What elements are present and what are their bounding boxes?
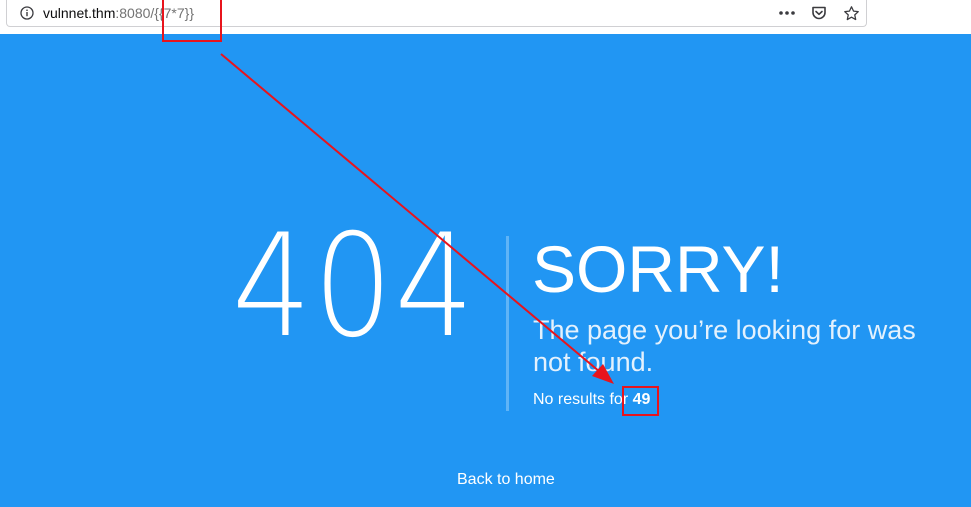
star-icon[interactable]	[840, 3, 862, 23]
divider	[506, 236, 509, 411]
no-results-prefix: No results for	[533, 391, 629, 408]
more-icon[interactable]	[776, 3, 798, 23]
annotation-box-result	[622, 386, 659, 416]
url-host: vulnnet.thm	[43, 5, 116, 21]
browser-toolbar: vulnnet.thm:8080/{{7*7}}	[0, 0, 971, 34]
error-page	[0, 34, 971, 507]
address-bar[interactable]: vulnnet.thm:8080/{{7*7}}	[6, 0, 867, 27]
info-icon[interactable]	[20, 6, 34, 20]
pocket-icon[interactable]	[808, 3, 830, 23]
annotation-box-url	[162, 0, 222, 42]
error-code: 404	[232, 204, 476, 369]
error-heading: SORRY!	[532, 232, 784, 306]
error-message: The page you’re looking for was not foun…	[533, 315, 916, 377]
back-to-home-link[interactable]: Back to home	[457, 471, 555, 489]
